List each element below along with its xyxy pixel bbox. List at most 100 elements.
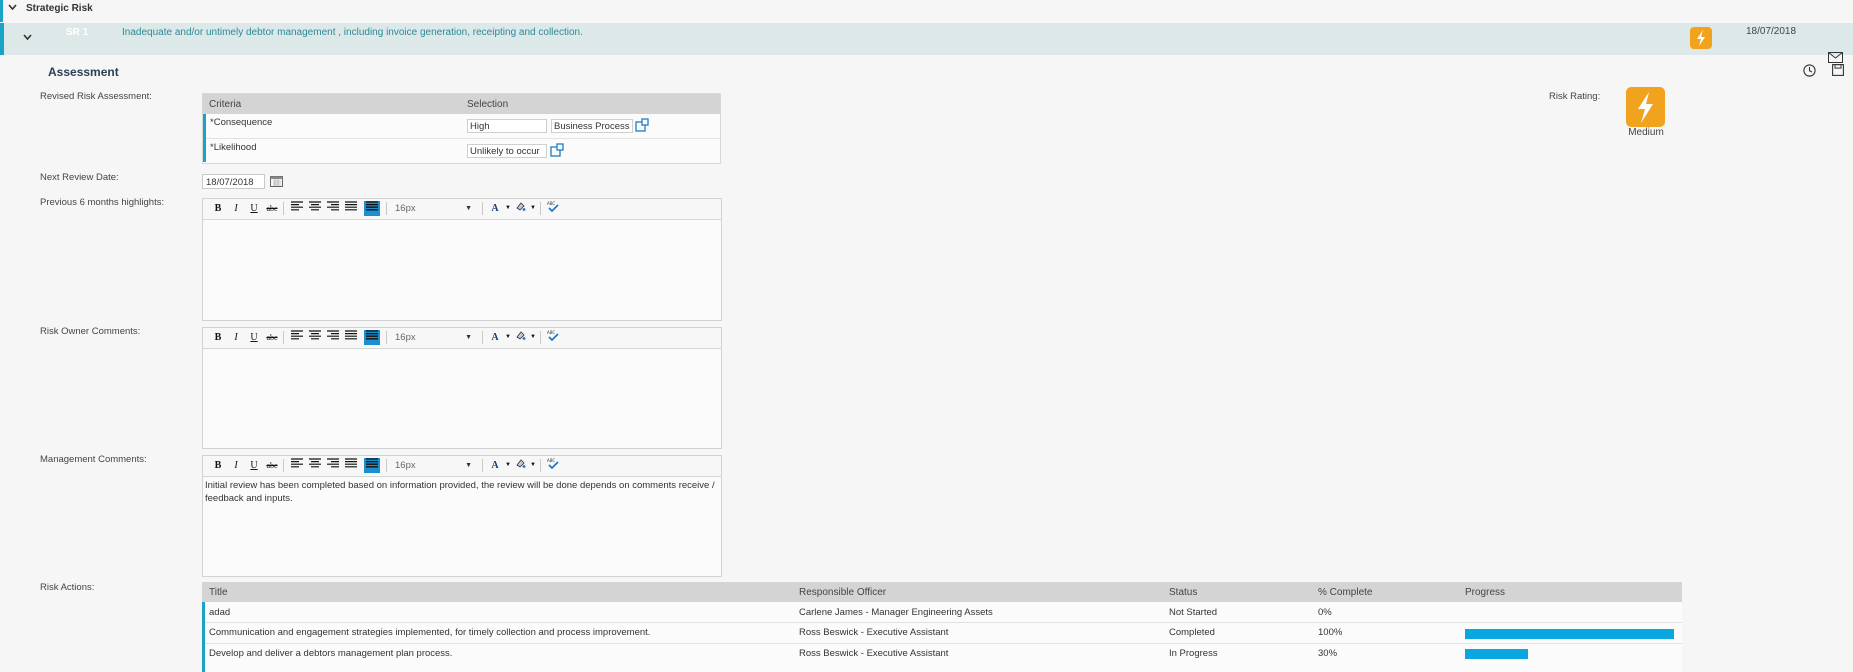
business-process-select[interactable]: Business Process <box>551 119 633 133</box>
strikethrough-button[interactable]: abc <box>264 458 280 473</box>
risk-rating-label: Risk Rating: <box>1549 91 1601 102</box>
toolbar-separator <box>386 459 387 472</box>
calendar-icon[interactable] <box>270 175 283 187</box>
align-center-icon[interactable] <box>307 458 323 473</box>
caret-down-icon: ▼ <box>465 462 472 469</box>
toolbar-separator <box>482 459 483 472</box>
criteria-table: Criteria Selection *Consequence High Bus… <box>202 93 721 164</box>
font-size-select[interactable]: 16px ▼ <box>395 459 475 473</box>
align-center-icon[interactable] <box>307 330 323 345</box>
progress-bar <box>1465 629 1674 639</box>
criteria-likelihood: *Likelihood <box>210 142 257 153</box>
caret-down-icon[interactable]: ▼ <box>525 330 541 345</box>
italic-button[interactable]: I <box>228 458 244 473</box>
criteria-name: Consequence <box>213 117 273 128</box>
toolbar-separator <box>482 331 483 344</box>
font-size-select[interactable]: 16px ▼ <box>395 202 475 216</box>
underline-button[interactable]: U <box>246 330 262 345</box>
italic-button[interactable]: I <box>228 330 244 345</box>
chevron-down-icon[interactable] <box>8 3 17 14</box>
font-size-value: 16px <box>395 332 416 343</box>
toolbar-separator <box>283 459 284 472</box>
caret-down-icon[interactable]: ▼ <box>525 201 541 216</box>
underline-button[interactable]: U <box>246 458 262 473</box>
bold-button[interactable]: B <box>210 201 226 216</box>
highlights-label: Previous 6 months highlights: <box>40 197 165 208</box>
owner-comments-editor[interactable]: B I U abc 16px ▼ A ▼ ▼ ABC <box>202 327 722 449</box>
toolbar-separator <box>386 202 387 215</box>
spellcheck-icon[interactable]: ABC <box>545 458 561 473</box>
caret-down-icon: ▼ <box>465 205 472 212</box>
save-icon[interactable] <box>1832 64 1844 76</box>
spellcheck-icon[interactable]: ABC <box>545 330 561 345</box>
full-justify-icon[interactable] <box>364 201 380 216</box>
strikethrough-button[interactable]: abc <box>264 201 280 216</box>
full-justify-icon[interactable] <box>364 458 380 473</box>
font-size-value: 16px <box>395 203 416 214</box>
font-size-value: 16px <box>395 460 416 471</box>
action-officer: Ross Beswick - Executive Assistant <box>799 627 949 638</box>
spellcheck-icon[interactable]: ABC <box>545 201 561 216</box>
action-percent: 100% <box>1318 627 1343 638</box>
editor-toolbar: B I U abc 16px ▼ A ▼ ▼ ABC <box>203 199 721 220</box>
align-left-icon[interactable] <box>289 330 305 345</box>
toolbar-separator <box>283 331 284 344</box>
clock-icon[interactable] <box>1803 64 1816 77</box>
management-comments-editor[interactable]: B I U abc 16px ▼ A ▼ ▼ ABC Initial review… <box>202 455 722 577</box>
italic-button[interactable]: I <box>228 201 244 216</box>
align-left-icon[interactable] <box>289 458 305 473</box>
owner-comments-label: Risk Owner Comments: <box>40 326 141 337</box>
popup-icon[interactable] <box>550 143 564 157</box>
group-title: Strategic Risk <box>26 3 93 14</box>
bold-button[interactable]: B <box>210 330 226 345</box>
strategic-risk-header[interactable]: Strategic Risk <box>0 0 1853 22</box>
action-officer: Carlene James - Manager Engineering Asse… <box>799 607 993 618</box>
align-center-icon[interactable] <box>307 201 323 216</box>
risk-rating-value: Medium <box>1628 127 1664 138</box>
consequence-select[interactable]: High <box>467 119 547 133</box>
align-right-icon[interactable] <box>325 330 341 345</box>
action-title[interactable]: Communication and engagement strategies … <box>209 627 650 638</box>
action-officer: Ross Beswick - Executive Assistant <box>799 648 949 659</box>
management-comments-text[interactable]: Initial review has been completed based … <box>205 479 717 505</box>
align-left-icon[interactable] <box>289 201 305 216</box>
actions-accent <box>202 602 205 672</box>
bold-button[interactable]: B <box>210 458 226 473</box>
align-justify-icon[interactable] <box>343 201 359 216</box>
strikethrough-button[interactable]: abc <box>264 330 280 345</box>
risk-actions-table: Title Responsible Officer Status % Compl… <box>202 582 1682 672</box>
risk-row[interactable]: SR 1 Inadequate and/or untimely debtor m… <box>0 23 1853 63</box>
action-title[interactable]: adad <box>209 607 230 618</box>
highlights-editor[interactable]: B I U abc 16px ▼ A ▼ ▼ ABC <box>202 198 722 321</box>
full-justify-icon[interactable] <box>364 330 380 345</box>
underline-button[interactable]: U <box>246 201 262 216</box>
toolbar-separator <box>386 331 387 344</box>
action-title[interactable]: Develop and deliver a debtors management… <box>209 648 452 659</box>
chevron-down-icon[interactable] <box>23 33 32 44</box>
toolbar-separator <box>540 331 541 344</box>
risk-actions-label: Risk Actions: <box>40 582 95 593</box>
align-right-icon[interactable] <box>325 201 341 216</box>
svg-text:ABC: ABC <box>547 458 555 463</box>
align-justify-icon[interactable] <box>343 458 359 473</box>
criteria-name: Likelihood <box>213 142 257 153</box>
next-review-date-input[interactable]: 18/07/2018 <box>202 174 265 189</box>
lightning-bolt-icon <box>1626 87 1665 127</box>
align-right-icon[interactable] <box>325 458 341 473</box>
toolbar-separator <box>482 202 483 215</box>
risk-description[interactable]: Inadequate and/or untimely debtor manage… <box>122 27 583 38</box>
risk-date: 18/07/2018 <box>1746 26 1797 37</box>
caret-down-icon[interactable]: ▼ <box>525 458 541 473</box>
mail-icon[interactable] <box>1828 52 1843 63</box>
likelihood-select[interactable]: Unlikely to occur <box>467 144 547 158</box>
toolbar-separator <box>540 202 541 215</box>
action-status: Not Started <box>1169 607 1218 618</box>
popup-icon[interactable] <box>635 118 649 132</box>
svg-text:ABC: ABC <box>547 201 555 206</box>
font-size-select[interactable]: 16px ▼ <box>395 331 475 345</box>
criteria-table-header: Criteria Selection <box>203 94 720 114</box>
percent-header: % Complete <box>1318 587 1373 598</box>
group-accent <box>0 0 3 22</box>
lightning-bolt-icon <box>1690 27 1712 49</box>
align-justify-icon[interactable] <box>343 330 359 345</box>
